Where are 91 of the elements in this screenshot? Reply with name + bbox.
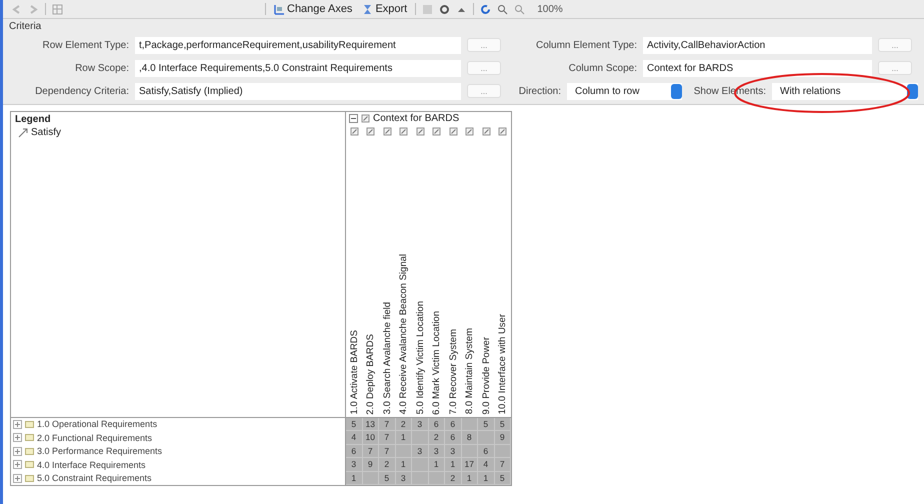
field-label: Direction:	[518, 86, 562, 96]
element-icon	[416, 127, 425, 136]
element-icon	[448, 127, 458, 136]
matrix-cell: 7	[494, 458, 511, 472]
context-title: Context for BARDS	[373, 113, 460, 124]
legend-item: Satisfy	[31, 127, 62, 138]
element-icon	[350, 127, 359, 136]
element-icon	[465, 127, 474, 136]
table-icon[interactable]	[52, 4, 63, 14]
field-label: Dependency Criteria:	[34, 86, 130, 96]
matrix-cell: 1	[346, 472, 362, 485]
row-header: 5.0 Constraint Requirements	[37, 473, 152, 484]
package-icon	[361, 114, 370, 123]
input-field[interactable]: t,Package,performanceRequirement,usabilityRequirement	[135, 36, 461, 54]
matrix-cell: 2	[445, 472, 462, 485]
column-header: 5.0 Identify Victim Location	[414, 301, 426, 416]
matrix-cell: 9	[494, 431, 511, 444]
input-field[interactable]: Context for BARDS	[643, 60, 872, 76]
field-label: Row Scope:	[74, 62, 130, 74]
element-icon	[498, 127, 508, 136]
matrix-cell: 6	[445, 418, 462, 431]
matrix-cell: 2	[379, 458, 396, 472]
input-field[interactable]: Satisfy,Satisfy (Implied)	[135, 82, 461, 100]
matrix-cell: 6	[346, 444, 362, 458]
collapse-icon[interactable]	[349, 114, 358, 123]
dropdown[interactable]: With relations	[772, 82, 918, 100]
element-icon	[482, 127, 491, 136]
matrix-cell: 3	[445, 444, 462, 458]
matrix-cell: 3	[412, 418, 428, 431]
zoom-in-icon[interactable]	[497, 4, 508, 14]
column-header: 6.0 Mark Victim Location	[431, 310, 442, 416]
column-header: 3.0 Search Avalanche field	[382, 302, 393, 416]
matrix-cell: 2	[428, 431, 445, 444]
expand-icon[interactable]	[13, 420, 22, 429]
row-header: 4.0 Interface Requirements	[37, 460, 146, 470]
element-icon	[366, 127, 376, 136]
field-label: Column Element Type:	[535, 40, 638, 50]
column-header: 9.0 Provide Power	[480, 336, 492, 416]
matrix-cell: 7	[379, 431, 396, 444]
matrix-cell: 8	[462, 431, 478, 444]
row-header: 3.0 Performance Requirements	[37, 446, 162, 456]
matrix-cell: 4	[346, 431, 362, 444]
expand-icon[interactable]	[13, 460, 22, 470]
matrix-cell: 5	[478, 418, 494, 431]
field-label: Row Element Type:	[41, 40, 130, 50]
expand-icon[interactable]	[13, 446, 22, 456]
matrix-cell	[412, 472, 428, 485]
element-icon	[399, 127, 408, 136]
matrix-cell: 1	[396, 431, 412, 444]
matrix-cell: 5	[379, 472, 396, 485]
input-field[interactable]: Activity,CallBehaviorAction	[643, 36, 872, 54]
element-icon	[382, 127, 392, 136]
legend-title: Legend	[15, 114, 52, 125]
axes-icon	[274, 4, 285, 14]
matrix-cell: 9	[362, 458, 379, 472]
zoom-field[interactable]: 100%	[531, 4, 569, 14]
column-header: 10.0 Interface with User	[497, 314, 508, 416]
column-header: 2.0 Deploy BARDS	[365, 334, 376, 416]
expand-icon[interactable]	[13, 433, 22, 442]
element-icon	[432, 127, 442, 136]
matrix-cell: 7	[379, 418, 396, 431]
column-header: 7.0 Recover System	[448, 328, 459, 416]
matrix-cell: 3	[412, 444, 428, 458]
expand-icon[interactable]	[13, 474, 22, 483]
zoom-out-icon[interactable]	[514, 4, 526, 14]
row-header: 2.0 Functional Requirements	[37, 432, 152, 443]
matrix-cell: 6	[478, 444, 494, 458]
field-label: Column Scope:	[568, 62, 638, 74]
row-header: 1.0 Operational Requirements	[37, 419, 158, 430]
dropdown[interactable]: Column to row	[567, 82, 682, 100]
matrix-cell: 10	[362, 431, 379, 444]
criteria-title: Criteria	[9, 21, 42, 32]
column-header: 4.0 Receive Avalanche Beacon Signal	[398, 254, 410, 416]
matrix-cell: 3	[346, 458, 362, 472]
matrix-cell: 6	[445, 431, 462, 444]
matrix-cell: 1	[428, 458, 445, 472]
arrow-icon	[18, 127, 29, 138]
hourglass-icon	[362, 4, 374, 14]
input-field[interactable]: ,4.0 Interface Requirements,5.0 Constraint Requirements	[135, 60, 461, 76]
matrix-cell: 1	[396, 458, 412, 472]
column-header: 8.0 Maintain System	[464, 328, 476, 416]
toolbar-button[interactable]: Change Axes	[272, 3, 354, 15]
matrix-cell: 1	[445, 458, 462, 472]
matrix-cell: 1	[478, 472, 494, 485]
matrix-cell: 5	[346, 418, 362, 431]
refresh-icon[interactable]	[480, 4, 492, 14]
matrix-cell: 7	[379, 444, 396, 458]
column-header: 1.0 Activate BARDS	[348, 330, 360, 416]
toolbar-button[interactable]: Export	[360, 3, 410, 15]
matrix-cell: 17	[462, 458, 478, 472]
matrix-cell: 4	[478, 458, 494, 472]
